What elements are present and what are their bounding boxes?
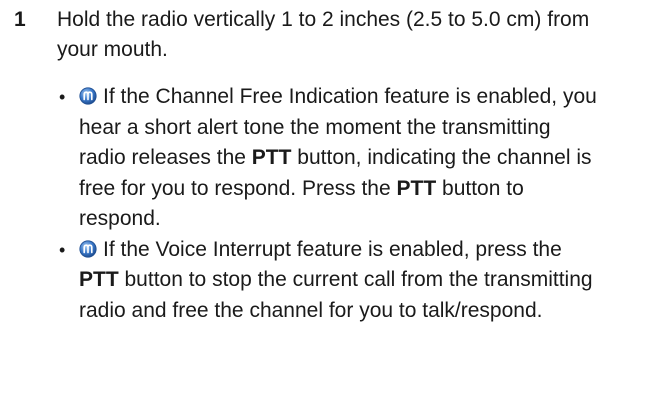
ptt-button-label: PTT — [251, 146, 292, 169]
bullet-text-part: If the Voice Interrupt feature is enable… — [103, 237, 562, 261]
ptt-button-label: PTT — [396, 176, 437, 200]
bullet-text-part: button to stop the current call from the… — [79, 268, 593, 322]
bullet-voice-interrupt: • If the Voice Interrupt feature is enab… — [0, 235, 599, 327]
feature-indicator-icon — [79, 87, 97, 105]
step-bullet-list: • If the Channel Free Indication feature… — [0, 82, 650, 326]
bullet-marker: • — [59, 239, 66, 260]
step-number: 1 — [14, 8, 26, 31]
ptt-button-label: PTT — [79, 268, 119, 291]
bullet-marker: • — [59, 87, 66, 107]
step-text: Hold the radio vertically 1 to 2 inches … — [57, 8, 590, 61]
feature-indicator-icon — [79, 239, 97, 258]
bullet-channel-free-indication: • If the Channel Free Indication feature… — [0, 82, 599, 235]
